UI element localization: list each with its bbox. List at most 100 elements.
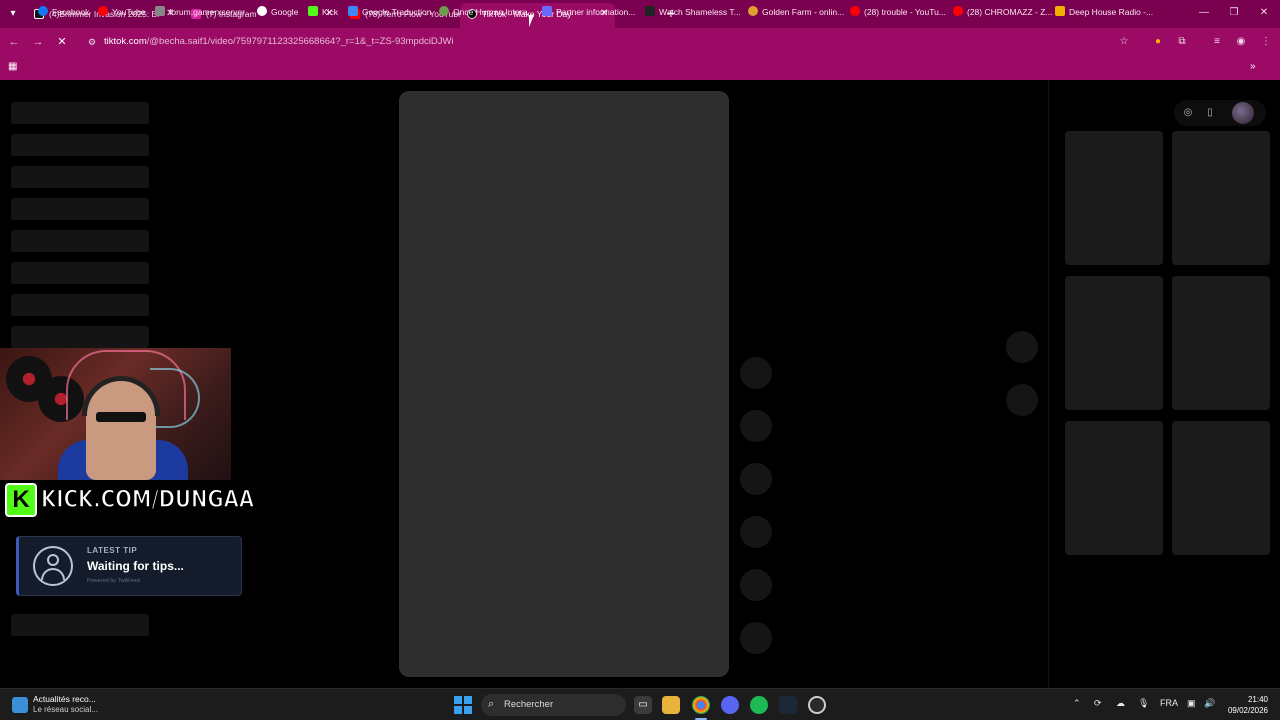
obs-icon[interactable] [808,696,826,714]
sunglasses [96,412,146,422]
google-icon [257,6,267,16]
bookmark-trouble[interactable]: (28) trouble - YouTu... [850,5,946,19]
extension-icon[interactable]: ● [1150,34,1166,50]
url-path: /@becha.saif1/video/7597971123325668664?… [146,36,454,47]
news-subtitle[interactable]: Le réseau social... [33,705,98,714]
bookmark-label: Deep House Radio -... [1069,7,1154,17]
more-bookmarks-icon[interactable]: » [1250,61,1256,72]
clock[interactable]: 21:40 09/02/2026 [1222,694,1268,716]
bookmark-forum[interactable]: forum.gamerxserver... [155,5,252,19]
extensions-puzzle-icon[interactable]: ⧉ [1174,34,1190,50]
discord-icon[interactable] [721,696,739,714]
steam-icon[interactable] [779,696,797,714]
video-placeholder[interactable] [399,91,729,677]
compass-icon[interactable]: ◎ [1182,107,1194,119]
sync-icon[interactable]: ⟳ [1094,698,1102,709]
minimize-icon[interactable]: — [1194,4,1214,22]
microphone-icon[interactable]: 🎙 [1138,698,1149,709]
tab-search-chevron-icon[interactable]: ▾ [4,5,22,23]
bookmark-label: Kick [322,7,339,17]
kick-channel-banner: K KICK.COM/DUNGAA [5,483,255,517]
back-icon[interactable]: ← [6,34,22,50]
news-title[interactable]: Actualités reco... [33,694,96,704]
bookmark-label: Facebook [52,7,90,17]
nav-skeleton [11,326,149,348]
nav-skeleton [11,294,149,316]
bookmark-chromazz[interactable]: (28) CHROMAZZ - Z... [953,5,1052,19]
file-explorer-icon[interactable] [662,696,680,714]
close-window-icon[interactable]: ✕ [1254,4,1274,22]
related-video-skeleton[interactable] [1172,421,1270,555]
user-icon [33,546,73,586]
action-button-skeleton[interactable] [740,357,772,389]
task-view-icon[interactable]: ▭ [634,696,652,714]
bookmark-label: Watch Shameless T... [659,7,741,17]
phone-icon[interactable]: ▯ [1204,107,1216,119]
apps-grid-icon[interactable]: ▦ [8,61,20,73]
bookmark-partner[interactable]: Partner information... [542,5,635,19]
radio-icon [1055,6,1065,16]
bookmark-youtube[interactable]: YouTube [98,5,145,19]
windows-start-icon[interactable] [454,696,472,714]
bookmark-google-traduction[interactable]: Google Traduction [348,5,431,19]
neon-light [150,368,200,428]
kick-logo-icon: K [5,483,37,517]
bookmark-star-icon[interactable]: ☆ [1116,34,1132,50]
action-button-skeleton[interactable] [740,569,772,601]
taskbar-search[interactable]: ⌕ Rechercher [481,694,626,716]
spotify-icon[interactable] [750,696,768,714]
media-controls-icon[interactable]: ≡ [1209,34,1225,50]
bookmark-once-human[interactable]: Once Human Intera... [439,5,534,19]
nav-skeleton [11,166,149,188]
forward-icon[interactable]: → [30,34,46,50]
column-divider [1048,80,1049,688]
bookmark-facebook[interactable]: Facebook [38,5,89,19]
volume-icon[interactable]: 🔊 [1204,698,1215,709]
bookmark-label: Google Traduction [362,7,432,17]
action-button-skeleton[interactable] [740,622,772,654]
user-avatar[interactable] [1232,102,1254,124]
youtube-icon [98,6,108,16]
language-indicator[interactable]: FRA [1160,698,1178,708]
bookmark-label: Google [271,7,299,17]
url-field[interactable]: tiktok.com/@becha.saif1/video/7597971123… [104,36,454,47]
search-placeholder: Rechercher [504,699,554,710]
site-info-icon[interactable]: ⚙ [86,36,98,48]
bookmark-shameless[interactable]: Watch Shameless T... [645,5,741,19]
maximize-icon[interactable]: ❐ [1224,4,1244,22]
profile-icon[interactable]: ◉ [1233,34,1249,50]
action-button-skeleton[interactable] [740,516,772,548]
clock-date: 09/02/2026 [1227,706,1268,715]
related-video-skeleton[interactable] [1172,131,1270,265]
menu-kebab-icon[interactable]: ⋮ [1258,34,1274,50]
related-video-skeleton[interactable] [1172,276,1270,410]
bookmark-golden-farm[interactable]: Golden Farm - onlin... [748,5,844,19]
network-icon[interactable]: ▣ [1187,698,1196,709]
bookmark-deep-house[interactable]: Deep House Radio -... [1055,5,1153,19]
page-icon [155,6,165,16]
related-video-skeleton[interactable] [1065,131,1163,265]
kick-icon [308,6,318,16]
action-button-skeleton[interactable] [740,410,772,442]
tip-label: LATEST TIP [87,546,138,555]
search-icon: ⌕ [488,698,495,710]
tray-chevron-icon[interactable]: ⌃ [1073,698,1081,709]
bookmark-kick[interactable]: Kick [308,5,338,19]
news-widget-icon[interactable] [12,697,28,713]
stop-loading-icon[interactable]: ✕ [54,34,70,50]
golden-farm-icon [748,6,758,16]
nav-down-button-skeleton[interactable] [1006,384,1038,416]
bookmark-label: (28) CHROMAZZ - Z... [967,7,1053,17]
related-video-skeleton[interactable] [1065,421,1163,555]
nav-skeleton [11,614,149,636]
nav-up-button-skeleton[interactable] [1006,331,1038,363]
bookmark-google[interactable]: Google [257,5,298,19]
bookmark-label: forum.gamerxserver... [169,7,252,17]
nav-skeleton [11,230,149,252]
related-video-skeleton[interactable] [1065,276,1163,410]
webcam-overlay [0,348,231,480]
onedrive-icon[interactable]: ☁ [1116,698,1125,709]
action-button-skeleton[interactable] [740,463,772,495]
chrome-icon[interactable] [692,696,710,714]
tip-powered-by: Powered by TwitFeed [87,578,140,584]
